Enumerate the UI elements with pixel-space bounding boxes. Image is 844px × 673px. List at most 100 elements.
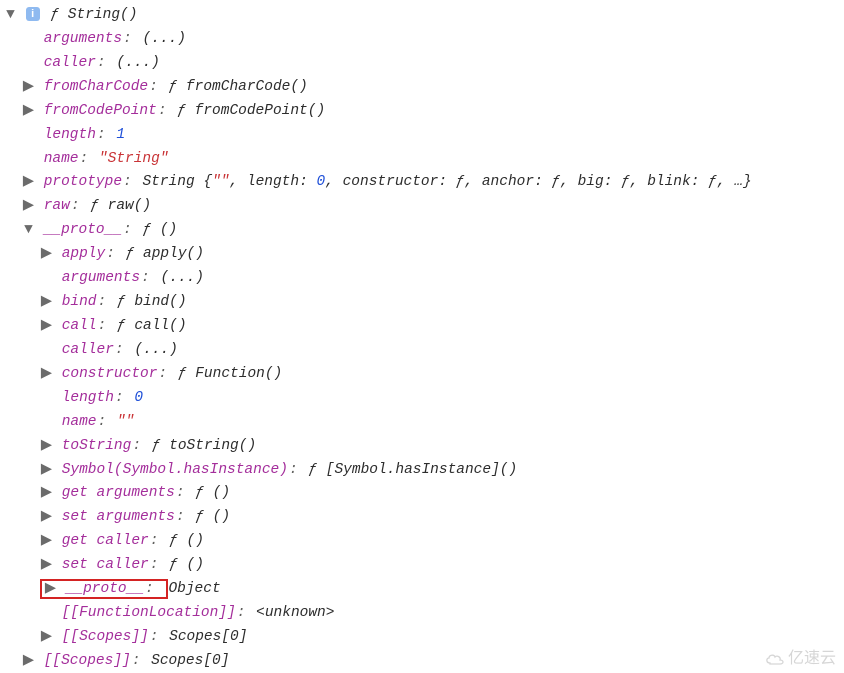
prop-key: [[Scopes]] — [62, 629, 149, 645]
prop-value: ƒ apply() — [126, 246, 204, 262]
prop-key: arguments — [62, 270, 140, 286]
prop-value: "" — [117, 414, 134, 430]
prop-value: ƒ toString() — [152, 438, 256, 454]
expand-icon[interactable]: ▶ — [40, 363, 53, 387]
preview-part: big — [578, 174, 604, 190]
tree-row[interactable]: ▶ arguments: (...) — [4, 28, 838, 52]
tree-row[interactable]: ▶ fromCodePoint: ƒ fromCodePoint() — [4, 100, 838, 124]
tree-row[interactable]: ▶ Symbol(Symbol.hasInstance): ƒ [Symbol.… — [4, 459, 838, 483]
prop-key: set caller — [62, 557, 149, 573]
prop-key: length — [62, 390, 114, 406]
tree-row[interactable]: ▶ fromCharCode: ƒ fromCharCode() — [4, 76, 838, 100]
prop-key: set arguments — [62, 509, 175, 525]
prop-key: get caller — [62, 533, 149, 549]
prop-value: (...) — [116, 55, 160, 71]
tree-row[interactable]: ▶ call: ƒ call() — [4, 315, 838, 339]
tree-row[interactable]: ▶ [[FunctionLocation]]: <unknown> — [4, 602, 838, 626]
expand-icon[interactable]: ▶ — [40, 626, 53, 650]
expand-icon[interactable]: ▶ — [40, 506, 53, 530]
expand-icon[interactable]: ▶ — [40, 554, 53, 578]
prop-key: constructor — [62, 366, 158, 382]
expand-icon[interactable]: ▼ — [22, 219, 35, 243]
prop-key: name — [44, 151, 79, 167]
preview-part: : — [691, 174, 708, 190]
tree-row-prototype[interactable]: ▶ prototype: String {"", length: 0, cons… — [4, 171, 838, 195]
expand-icon[interactable]: ▶ — [40, 315, 53, 339]
prop-value: ƒ fromCharCode() — [169, 79, 308, 95]
tree-row[interactable]: ▶ get arguments: ƒ () — [4, 482, 838, 506]
preview-part: ƒ — [708, 174, 717, 190]
prop-value-quote-open: " — [99, 151, 108, 167]
preview-part: constructor — [343, 174, 439, 190]
tree-row[interactable]: ▶ set arguments: ƒ () — [4, 506, 838, 530]
tree-row[interactable]: ▶ arguments: (...) — [4, 267, 838, 291]
preview-part: "" — [212, 174, 229, 190]
prop-key: apply — [62, 246, 106, 262]
tree-row[interactable]: ▶ caller: (...) — [4, 339, 838, 363]
close-brace: } — [743, 174, 752, 190]
preview-part: , — [630, 174, 647, 190]
tree-row[interactable]: ▶ toString: ƒ toString() — [4, 435, 838, 459]
prop-key: get arguments — [62, 485, 175, 501]
tree-row[interactable]: ▶ set caller: ƒ () — [4, 554, 838, 578]
expand-icon[interactable]: ▶ — [22, 76, 35, 100]
prop-key: name — [62, 414, 97, 430]
tree-row[interactable]: ▶ raw: ƒ raw() — [4, 195, 838, 219]
highlight-box: ▶ __proto__: — [40, 579, 168, 599]
info-icon[interactable]: i — [26, 7, 40, 21]
expand-icon[interactable]: ▶ — [22, 171, 35, 195]
prop-key: Symbol(Symbol.hasInstance) — [62, 462, 288, 478]
expand-icon[interactable]: ▶ — [44, 578, 57, 602]
preview-part: , — [560, 174, 577, 190]
prop-value: Object — [168, 581, 220, 597]
expand-icon[interactable]: ▼ — [4, 4, 17, 28]
tree-row[interactable]: ▶ apply: ƒ apply() — [4, 243, 838, 267]
preview-part: anchor — [482, 174, 534, 190]
expand-icon[interactable]: ▶ — [40, 459, 53, 483]
prop-value: ƒ () — [169, 557, 204, 573]
tree-row[interactable]: ▶ constructor: ƒ Function() — [4, 363, 838, 387]
prop-value: ƒ fromCodePoint() — [177, 103, 325, 119]
expand-icon[interactable]: ▶ — [40, 243, 53, 267]
prop-value: (...) — [160, 270, 204, 286]
tree-row[interactable]: ▶ name: "String" — [4, 148, 838, 172]
prop-value: ƒ bind() — [117, 294, 187, 310]
tree-row-root[interactable]: ▼ i ƒ String() — [4, 4, 838, 28]
prop-value: <unknown> — [256, 605, 334, 621]
expand-icon[interactable]: ▶ — [40, 482, 53, 506]
tree-row-proto-proto-highlight[interactable]: ▶ __proto__: Object — [4, 578, 838, 602]
expand-icon[interactable]: ▶ — [22, 195, 35, 219]
prop-key: fromCharCode — [44, 79, 148, 95]
tree-row[interactable]: ▶ bind: ƒ bind() — [4, 291, 838, 315]
expand-icon[interactable]: ▶ — [22, 650, 35, 673]
prop-key: [[Scopes]] — [44, 653, 131, 669]
prop-key: bind — [62, 294, 97, 310]
tree-row[interactable]: ▶ [[Scopes]]: Scopes[0] — [4, 626, 838, 650]
tree-row-proto[interactable]: ▼ __proto__: ƒ () — [4, 219, 838, 243]
expand-icon[interactable]: ▶ — [22, 100, 35, 124]
preview-part: length — [247, 174, 299, 190]
prop-value: ƒ () — [169, 533, 204, 549]
prop-key: fromCodePoint — [44, 103, 157, 119]
tree-row[interactable]: ▶ length: 1 — [4, 124, 838, 148]
tree-row[interactable]: ▶ [[Scopes]]: Scopes[0] — [4, 650, 838, 673]
preview-part: , — [229, 174, 246, 190]
prop-key: raw — [44, 198, 70, 214]
prop-key: __proto__ — [66, 581, 144, 597]
prop-key: caller — [44, 55, 96, 71]
expand-icon[interactable]: ▶ — [40, 435, 53, 459]
tree-row[interactable]: ▶ name: "" — [4, 411, 838, 435]
tree-row[interactable]: ▶ length: 0 — [4, 387, 838, 411]
tree-row[interactable]: ▶ get caller: ƒ () — [4, 530, 838, 554]
prop-value: ƒ Function() — [178, 366, 282, 382]
tree-row[interactable]: ▶ caller: (...) — [4, 52, 838, 76]
expand-icon[interactable]: ▶ — [40, 530, 53, 554]
prop-value: 0 — [134, 390, 143, 406]
expand-icon[interactable]: ▶ — [40, 291, 53, 315]
prop-key: length — [44, 127, 96, 143]
prop-value: ƒ () — [195, 485, 230, 501]
prop-value: Scopes[0] — [169, 629, 247, 645]
object-inspector-tree: ▼ i ƒ String() ▶ arguments: (...) ▶ call… — [0, 0, 844, 673]
preview-part: , — [464, 174, 481, 190]
root-function-sig: ƒ String() — [50, 7, 137, 23]
